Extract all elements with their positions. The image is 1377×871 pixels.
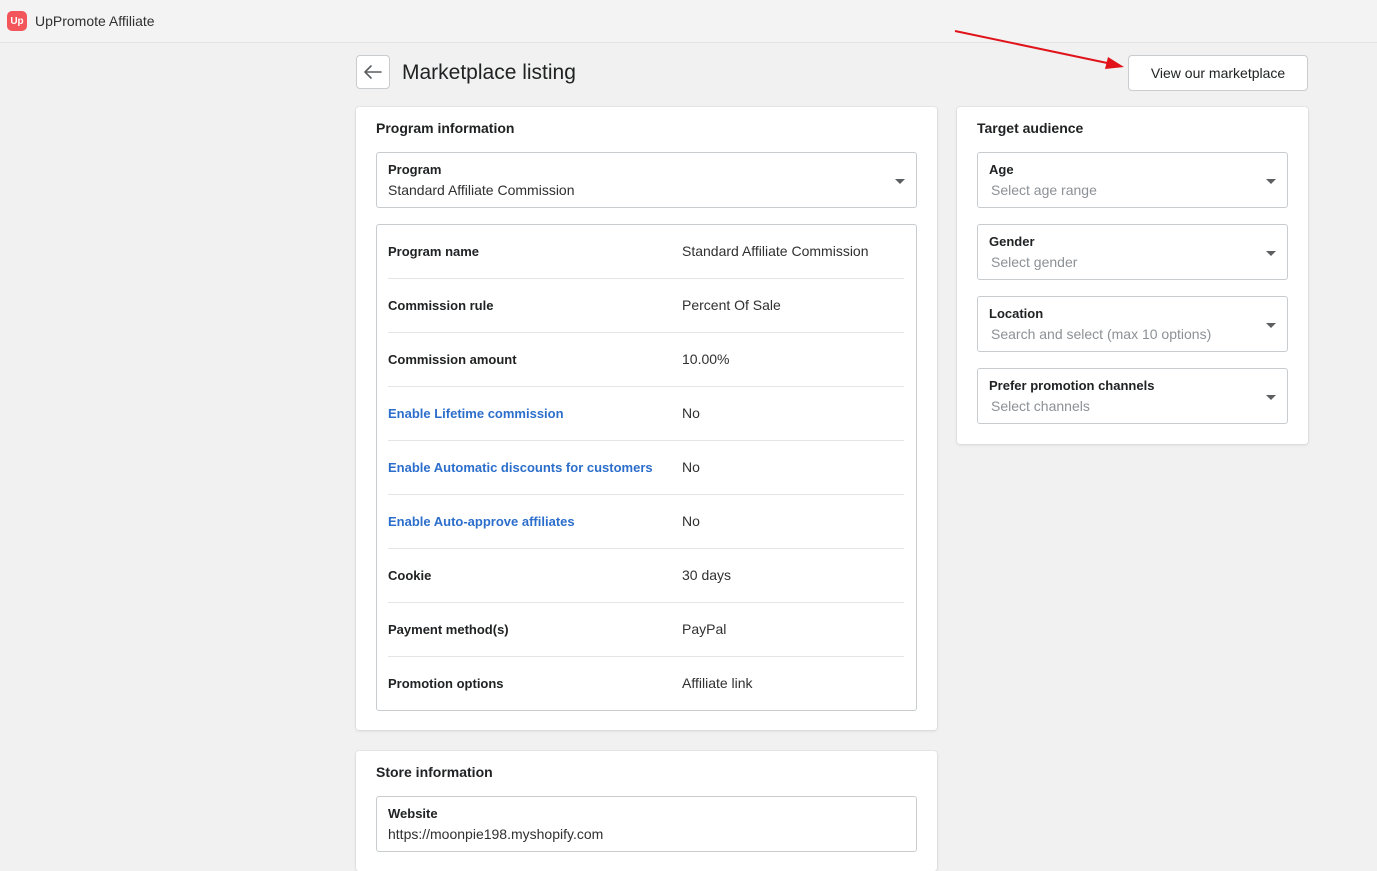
caret-down-icon xyxy=(895,179,905,184)
program-select-label: Program xyxy=(388,162,442,177)
program-details-table: Program name Standard Affiliate Commissi… xyxy=(376,224,917,711)
detail-row: Enable Lifetime commission No xyxy=(388,387,904,441)
location-label: Location xyxy=(989,306,1044,321)
website-field[interactable]: Website https://moonpie198.myshopify.com xyxy=(376,796,917,852)
program-information-title: Program information xyxy=(376,120,515,136)
detail-value: PayPal xyxy=(682,621,727,637)
detail-key: Commission amount xyxy=(388,352,517,367)
detail-row: Enable Automatic discounts for customers… xyxy=(388,441,904,495)
detail-value: Affiliate link xyxy=(682,675,753,691)
program-information-card: Program information Program Standard Aff… xyxy=(356,107,937,730)
website-value: https://moonpie198.myshopify.com xyxy=(388,826,604,842)
detail-row: Payment method(s) PayPal xyxy=(388,603,904,657)
detail-key: Payment method(s) xyxy=(388,622,509,637)
caret-down-icon xyxy=(1266,323,1276,328)
uppromote-logo-icon: Up xyxy=(7,11,27,31)
app-title: UpPromote Affiliate xyxy=(35,13,155,29)
detail-row: Commission amount 10.00% xyxy=(388,333,904,387)
gender-placeholder: Select gender xyxy=(991,254,1078,270)
location-placeholder: Search and select (max 10 options) xyxy=(991,326,1212,342)
promotion-channels-select[interactable]: Prefer promotion channels Select channel… xyxy=(977,368,1288,424)
detail-value: Percent Of Sale xyxy=(682,297,781,313)
program-select-value: Standard Affiliate Commission xyxy=(388,182,575,198)
annotation-arrow xyxy=(954,30,1124,69)
detail-value: No xyxy=(682,405,700,421)
store-information-title: Store information xyxy=(376,764,493,780)
logo-text: Up xyxy=(10,15,24,27)
caret-down-icon xyxy=(1266,395,1276,400)
gender-label: Gender xyxy=(989,234,1035,249)
automatic-discounts-link[interactable]: Enable Automatic discounts for customers xyxy=(388,460,653,475)
detail-key: Program name xyxy=(388,244,480,259)
caret-down-icon xyxy=(1266,251,1276,256)
target-audience-card: Target audience Age Select age range Gen… xyxy=(957,107,1308,444)
detail-value: 30 days xyxy=(682,567,732,583)
promotion-channels-placeholder: Select channels xyxy=(991,398,1090,414)
app-top-bar: Up UpPromote Affiliate xyxy=(0,0,1377,43)
detail-key: Commission rule xyxy=(388,298,494,313)
arrow-left-icon xyxy=(364,65,382,79)
detail-row: Program name Standard Affiliate Commissi… xyxy=(388,225,904,279)
view-marketplace-button[interactable]: View our marketplace xyxy=(1128,55,1308,91)
detail-value: No xyxy=(682,459,700,475)
target-audience-title: Target audience xyxy=(977,120,1084,136)
detail-row: Promotion options Affiliate link xyxy=(388,657,904,711)
website-label: Website xyxy=(388,806,438,821)
detail-value: No xyxy=(682,513,700,529)
detail-row: Enable Auto-approve affiliates No xyxy=(388,495,904,549)
back-button[interactable] xyxy=(356,55,390,89)
age-label: Age xyxy=(989,162,1014,177)
detail-value: Standard Affiliate Commission xyxy=(682,243,869,259)
detail-key: Promotion options xyxy=(388,676,504,691)
program-select[interactable]: Program Standard Affiliate Commission xyxy=(376,152,917,208)
gender-select[interactable]: Gender Select gender xyxy=(977,224,1288,280)
store-information-card: Store information Website https://moonpi… xyxy=(356,751,937,871)
caret-down-icon xyxy=(1266,179,1276,184)
lifetime-commission-link[interactable]: Enable Lifetime commission xyxy=(388,406,564,421)
detail-row: Cookie 30 days xyxy=(388,549,904,603)
age-select[interactable]: Age Select age range xyxy=(977,152,1288,208)
location-select[interactable]: Location Search and select (max 10 optio… xyxy=(977,296,1288,352)
detail-key: Cookie xyxy=(388,568,432,583)
age-placeholder: Select age range xyxy=(991,182,1097,198)
detail-row: Commission rule Percent Of Sale xyxy=(388,279,904,333)
page-title: Marketplace listing xyxy=(402,61,576,84)
promotion-channels-label: Prefer promotion channels xyxy=(989,378,1155,393)
auto-approve-link[interactable]: Enable Auto-approve affiliates xyxy=(388,514,575,529)
detail-value: 10.00% xyxy=(682,351,730,367)
